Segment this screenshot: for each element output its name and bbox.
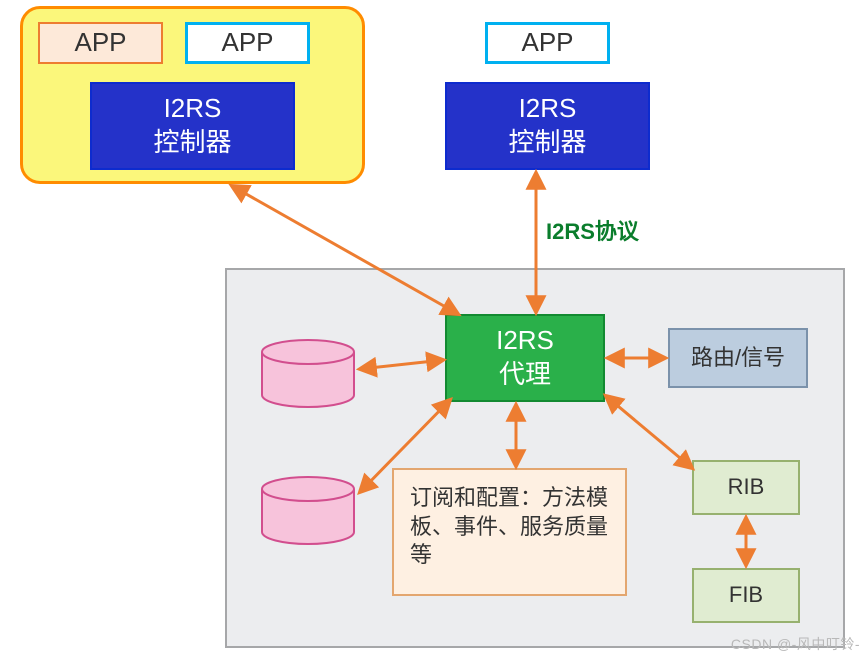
routing-signaling-box: 路由/信号 xyxy=(668,328,808,388)
watermark: CSDN @-风中叮铃- xyxy=(731,634,860,654)
routing-label: 路由/信号 xyxy=(691,344,785,373)
fib-box: FIB xyxy=(692,568,800,623)
ctrl-line1: I2RS xyxy=(519,93,577,123)
app-label: APP xyxy=(521,26,573,60)
app-label: APP xyxy=(74,26,126,60)
subscription-text: 订阅和配置：方法模板、事件、服务质量等 xyxy=(410,484,609,570)
app-box-3: APP xyxy=(485,22,610,64)
i2rs-controller-right: I2RS 控制器 xyxy=(445,82,650,170)
i2rs-agent: I2RS 代理 xyxy=(445,314,605,402)
policy-label: 策略 xyxy=(287,364,331,396)
fib-label: FIB xyxy=(729,581,763,610)
ctrl-line2: 控制器 xyxy=(153,127,231,157)
ctrl-line2: 控制器 xyxy=(508,127,586,157)
i2rs-protocol-label: I2RS协议 xyxy=(546,214,639,246)
rib-label: RIB xyxy=(728,473,765,502)
i2rs-controller-left: I2RS 控制器 xyxy=(90,82,295,170)
app-box-1: APP xyxy=(38,22,163,64)
rib-box: RIB xyxy=(692,460,800,515)
app-box-2: APP xyxy=(185,22,310,64)
topology-label: 拓扑 xyxy=(287,502,331,534)
ctrl-line1: I2RS xyxy=(164,93,222,123)
app-label: APP xyxy=(221,26,273,60)
agent-line2: 代理 xyxy=(499,359,551,389)
subscription-box: 订阅和配置：方法模板、事件、服务质量等 xyxy=(392,468,627,596)
agent-line1: I2RS xyxy=(496,325,554,355)
